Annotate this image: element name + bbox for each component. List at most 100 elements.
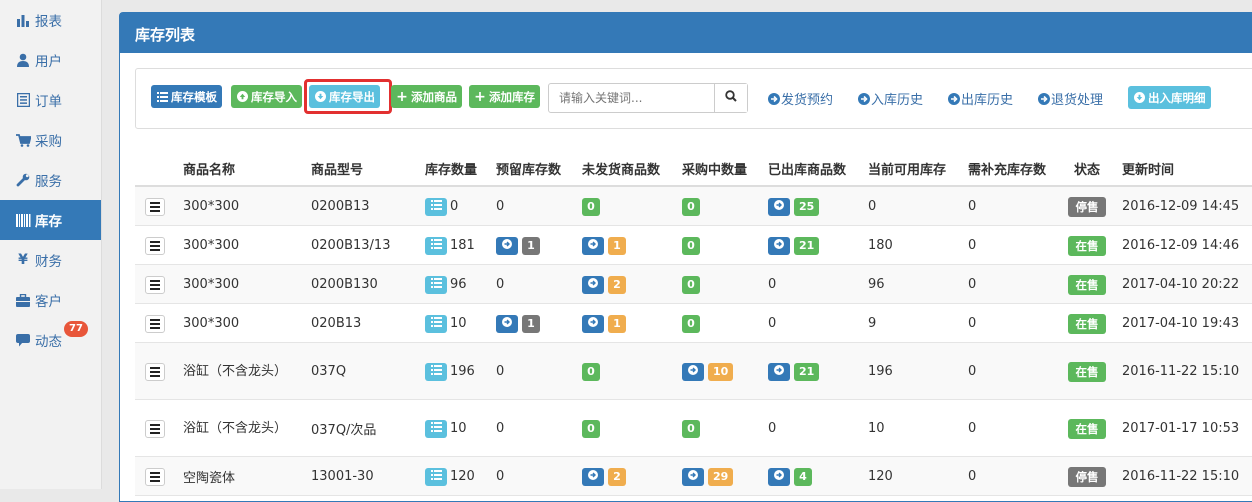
status-badge: 停售 [1068, 466, 1106, 487]
purchasing-detail-button[interactable] [682, 467, 704, 486]
row-menu-button[interactable] [145, 236, 165, 255]
panel-title: 库存列表 [120, 13, 1252, 53]
add-product-button[interactable]: + 添加商品 [391, 85, 462, 108]
stock-list-button[interactable] [425, 362, 447, 381]
row-menu-button[interactable] [145, 467, 165, 486]
stock-list-button[interactable] [425, 275, 447, 294]
sidebar-item-activity[interactable]: 动态 77 [0, 320, 101, 360]
search-button[interactable] [714, 84, 747, 112]
list-icon [430, 238, 442, 253]
purchasing-cell: 0 [682, 236, 700, 256]
list-icon [430, 316, 442, 331]
sidebar-item-reports[interactable]: 报表 [0, 0, 101, 40]
shipped-detail-button[interactable] [768, 467, 790, 486]
sidebar-item-purchase[interactable]: 采购 [0, 120, 101, 160]
unshipped-detail-button[interactable] [582, 314, 604, 333]
row-menu-button[interactable] [145, 419, 165, 438]
arrow-down-circle-icon [1133, 92, 1145, 104]
shipped-detail-button[interactable] [768, 236, 790, 255]
unshipped-count: 0 [582, 419, 600, 438]
shipped-cell: 25 [768, 197, 820, 217]
replenish-count: 0 [968, 316, 977, 331]
unshipped-detail-button[interactable] [582, 236, 604, 255]
table-body: 300*300 0200B13 0 0 0 0 25 0 0 停售 2016-12-09 … [135, 187, 1252, 496]
sidebar-item-inventory[interactable]: 库存 [0, 200, 101, 240]
table-row: 300*300 0200B130 96 0 2 0 0 96 0 在售 2017-04-10… [135, 265, 1252, 304]
table-row: 浴缸（不含龙头） 037Q 196 0 0 10 21 196 0 在售 2016-11-… [135, 343, 1252, 400]
purchasing-cell: 29 [682, 467, 734, 487]
shipped-detail-button[interactable] [768, 362, 790, 381]
stock-list-button[interactable] [425, 467, 447, 486]
arrow-right-circle-icon [948, 92, 960, 105]
reserved-count: 1 [522, 236, 540, 255]
stock-list-button[interactable] [425, 197, 447, 216]
shipped-detail-button[interactable] [768, 197, 790, 216]
sidebar-item-service[interactable]: 服务 [0, 160, 101, 200]
sidebar-item-users[interactable]: 用户 [0, 40, 101, 80]
arrow-right-circle-icon [1038, 92, 1050, 105]
purchasing-count: 0 [682, 419, 700, 438]
product-model: 0200B130 [311, 277, 378, 292]
status-cell: 在售 [1068, 313, 1106, 334]
shipped-cell: 21 [768, 362, 820, 382]
reserved-detail-button[interactable] [496, 314, 518, 333]
sidebar-item-label: 库存 [35, 214, 62, 230]
arrow-up-circle-icon [236, 91, 248, 103]
updated-time: 2016-12-09 14:46 [1122, 238, 1240, 253]
returns-link[interactable]: 退货处理 [1038, 89, 1103, 108]
row-menu-button[interactable] [145, 362, 165, 381]
reserved-count: 0 [496, 421, 505, 436]
status-cell: 停售 [1068, 466, 1106, 487]
stock-in-history-link[interactable]: 入库历史 [858, 89, 923, 108]
sidebar-item-finance[interactable]: ¥ 财务 [0, 240, 101, 280]
product-name: 浴缸（不含龙头） [183, 363, 288, 379]
stock-list-button[interactable] [425, 314, 447, 333]
yen-icon: ¥ [18, 252, 28, 268]
sidebar-item-customers[interactable]: 客户 [0, 280, 101, 320]
unshipped-cell: 1 [582, 236, 626, 256]
unshipped-count: 2 [608, 467, 626, 486]
purchasing-detail-button[interactable] [682, 362, 704, 381]
inventory-template-button[interactable]: 库存模板 [151, 85, 222, 108]
search-box [548, 83, 748, 113]
sidebar-item-orders[interactable]: 订单 [0, 80, 101, 120]
stock-list-button[interactable] [425, 236, 447, 255]
product-model: 020B13 [311, 316, 362, 331]
stock-qty-cell: 196 [425, 362, 475, 382]
inventory-panel: 库存列表 库存模板 库存导入 库存导出 + 添加商品 + 添加库存 请输入关键词… [119, 12, 1252, 502]
comment-icon [15, 332, 31, 348]
cart-icon [15, 132, 31, 148]
purchasing-count: 0 [682, 314, 700, 333]
row-menu-button[interactable] [145, 314, 165, 333]
product-name: 浴缸（不含龙头） [183, 420, 288, 436]
table-row: 300*300 0200B13 0 0 0 0 25 0 0 停售 2016-12-09 … [135, 187, 1252, 226]
reserved-detail-button[interactable] [496, 236, 518, 255]
shipped-count: 21 [794, 236, 820, 255]
product-name: 300*300 [183, 315, 240, 331]
stock-qty: 196 [450, 364, 475, 379]
unshipped-detail-button[interactable] [582, 467, 604, 486]
search-input[interactable] [549, 84, 714, 112]
unshipped-detail-button[interactable] [582, 275, 604, 294]
briefcase-icon [15, 292, 31, 308]
product-name: 300*300 [183, 237, 240, 253]
column-header: 预留库存数 [496, 163, 562, 178]
purchasing-cell: 0 [682, 275, 700, 295]
row-menu-button[interactable] [145, 197, 165, 216]
column-header: 商品型号 [311, 163, 364, 178]
plus-icon: + [396, 88, 408, 105]
stock-out-history-link[interactable]: 出库历史 [948, 89, 1013, 108]
stock-qty-cell: 0 [425, 197, 458, 217]
product-model: 037Q [311, 364, 347, 379]
status-badge: 在售 [1068, 274, 1106, 295]
row-menu-button[interactable] [145, 275, 165, 294]
list-icon [15, 92, 31, 108]
add-stock-button[interactable]: + 添加库存 [469, 85, 540, 108]
replenish-count: 0 [968, 364, 977, 379]
status-cell: 在售 [1068, 235, 1106, 256]
stock-details-button[interactable]: 出入库明细 [1128, 86, 1211, 109]
shipping-reservation-link[interactable]: 发货预约 [768, 89, 833, 108]
purchasing-count: 0 [682, 275, 700, 294]
stock-list-button[interactable] [425, 419, 447, 438]
inventory-import-button[interactable]: 库存导入 [231, 85, 302, 108]
